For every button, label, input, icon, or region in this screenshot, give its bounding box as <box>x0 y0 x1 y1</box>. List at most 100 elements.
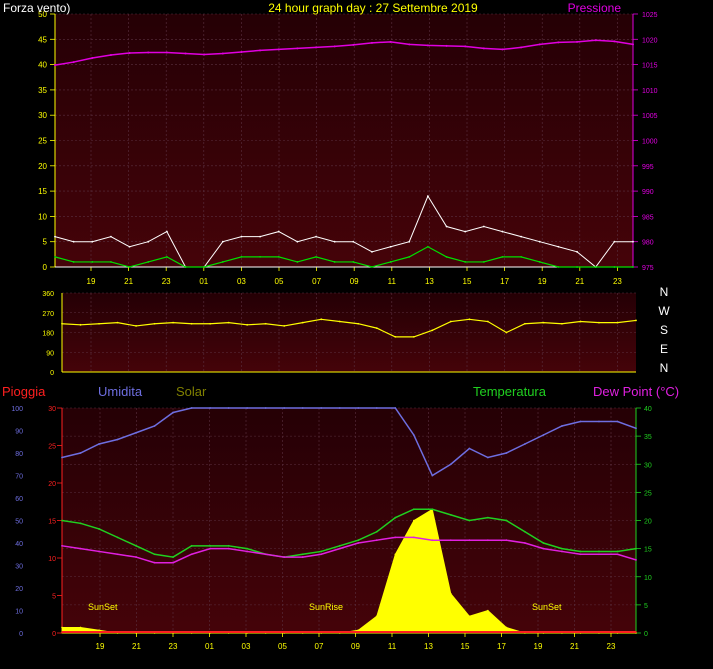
point-pressure <box>277 48 280 51</box>
point-dewpoint <box>79 547 82 550</box>
point-temperature <box>561 547 563 550</box>
point-humidity <box>579 420 582 423</box>
point-rain <box>357 631 360 633</box>
point-wind-gust <box>371 250 373 253</box>
point-solar <box>468 615 471 617</box>
point-pressure <box>557 41 560 44</box>
x-tick-label: 19 <box>96 642 105 651</box>
point-wind-gust <box>110 235 112 238</box>
point-humidity <box>264 407 267 409</box>
point-wind-average <box>296 261 299 263</box>
point-wind-average <box>315 255 317 258</box>
point-wind-average <box>110 261 112 263</box>
point-humidity <box>79 452 82 454</box>
point-dewpoint <box>394 536 397 539</box>
point-pressure <box>240 50 243 53</box>
y-tick-label-humidity: 10 <box>15 609 23 616</box>
point-solar <box>450 592 452 595</box>
point-humidity <box>283 407 286 409</box>
panel-climate <box>62 408 636 633</box>
point-dewpoint <box>283 556 286 558</box>
y-tick-label-wind: 0 <box>43 263 48 272</box>
point-rain <box>246 631 248 633</box>
point-wind-direction <box>598 321 600 324</box>
point-temperature <box>227 544 230 547</box>
point-rain <box>375 631 378 633</box>
y-tick-label-humidity: 60 <box>15 496 23 503</box>
point-wind-direction <box>431 329 434 332</box>
y-tick-label-humidity: 50 <box>15 519 23 526</box>
point-dewpoint <box>486 539 489 542</box>
point-wind-direction <box>320 318 323 321</box>
point-wind-direction <box>449 320 452 323</box>
point-wind-direction <box>135 325 137 327</box>
point-wind-gust <box>576 250 578 253</box>
y-tick-label-wind: 25 <box>38 137 47 146</box>
y-tick-label-temperature: 40 <box>644 406 652 413</box>
x-tick-label: 05 <box>278 642 287 651</box>
point-humidity <box>449 463 452 466</box>
point-humidity <box>116 438 119 441</box>
point-humidity <box>338 407 341 409</box>
point-pressure <box>72 61 75 64</box>
point-temperature <box>431 508 434 511</box>
x-tick-label: 19 <box>538 277 547 286</box>
point-rain <box>394 631 397 633</box>
point-wind-gust <box>408 240 411 243</box>
point-dewpoint <box>598 553 600 556</box>
point-humidity <box>227 407 230 409</box>
point-rain <box>98 631 100 633</box>
point-rain <box>505 631 508 633</box>
point-temperature <box>172 556 174 558</box>
point-humidity <box>190 407 193 409</box>
point-rain <box>487 631 489 633</box>
point-dewpoint <box>635 558 637 561</box>
point-solar <box>413 519 415 522</box>
y-tick-label-wind: 5 <box>43 238 48 247</box>
point-wind-direction <box>301 321 304 324</box>
panel-wind-direction <box>62 293 636 372</box>
y-tick-label-temperature: 15 <box>644 547 652 554</box>
y-tick-label-pressure: 1005 <box>642 113 658 120</box>
y-tick-label-rain: 0 <box>52 631 56 638</box>
chart-title: 24 hour graph day : 27 Settembre 2019 <box>268 1 478 15</box>
point-wind-direction <box>579 320 582 323</box>
point-wind-gust <box>54 235 56 238</box>
point-rain <box>153 631 156 633</box>
x-tick-label: 17 <box>500 277 509 286</box>
point-humidity <box>98 443 100 445</box>
point-wind-gust <box>72 240 75 243</box>
y-tick-label-pressure: 975 <box>642 265 654 272</box>
point-wind-average <box>240 255 243 258</box>
point-pressure <box>165 51 168 54</box>
point-wind-average <box>277 255 280 258</box>
point-wind-direction <box>486 320 489 323</box>
x-tick-label: 01 <box>199 277 208 286</box>
x-tick-label: 11 <box>388 642 397 651</box>
x-tick-label: 21 <box>132 642 141 651</box>
point-wind-average <box>91 261 94 263</box>
point-wind-direction <box>505 331 508 334</box>
point-dewpoint <box>357 542 360 544</box>
point-wind-gust <box>501 230 504 233</box>
point-wind-gust <box>91 240 94 243</box>
point-wind-direction <box>61 322 63 325</box>
point-humidity <box>61 456 63 459</box>
point-pressure <box>538 43 541 46</box>
point-wind-gust <box>333 240 336 243</box>
point-pressure <box>352 43 355 46</box>
point-dewpoint <box>375 539 378 542</box>
point-humidity <box>172 411 174 414</box>
x-tick-label: 03 <box>242 642 251 651</box>
point-wind-direction <box>394 335 397 338</box>
point-wind-average <box>221 261 224 263</box>
point-wind-average <box>333 261 336 263</box>
point-wind-direction <box>524 322 526 325</box>
x-tick-label: 11 <box>388 277 397 286</box>
point-wind-gust <box>259 235 261 238</box>
annotation-sunset: SunSet <box>532 602 562 612</box>
compass-label: W <box>658 304 670 318</box>
point-solar <box>375 615 378 617</box>
point-temperature <box>301 553 304 556</box>
point-humidity <box>357 407 360 409</box>
